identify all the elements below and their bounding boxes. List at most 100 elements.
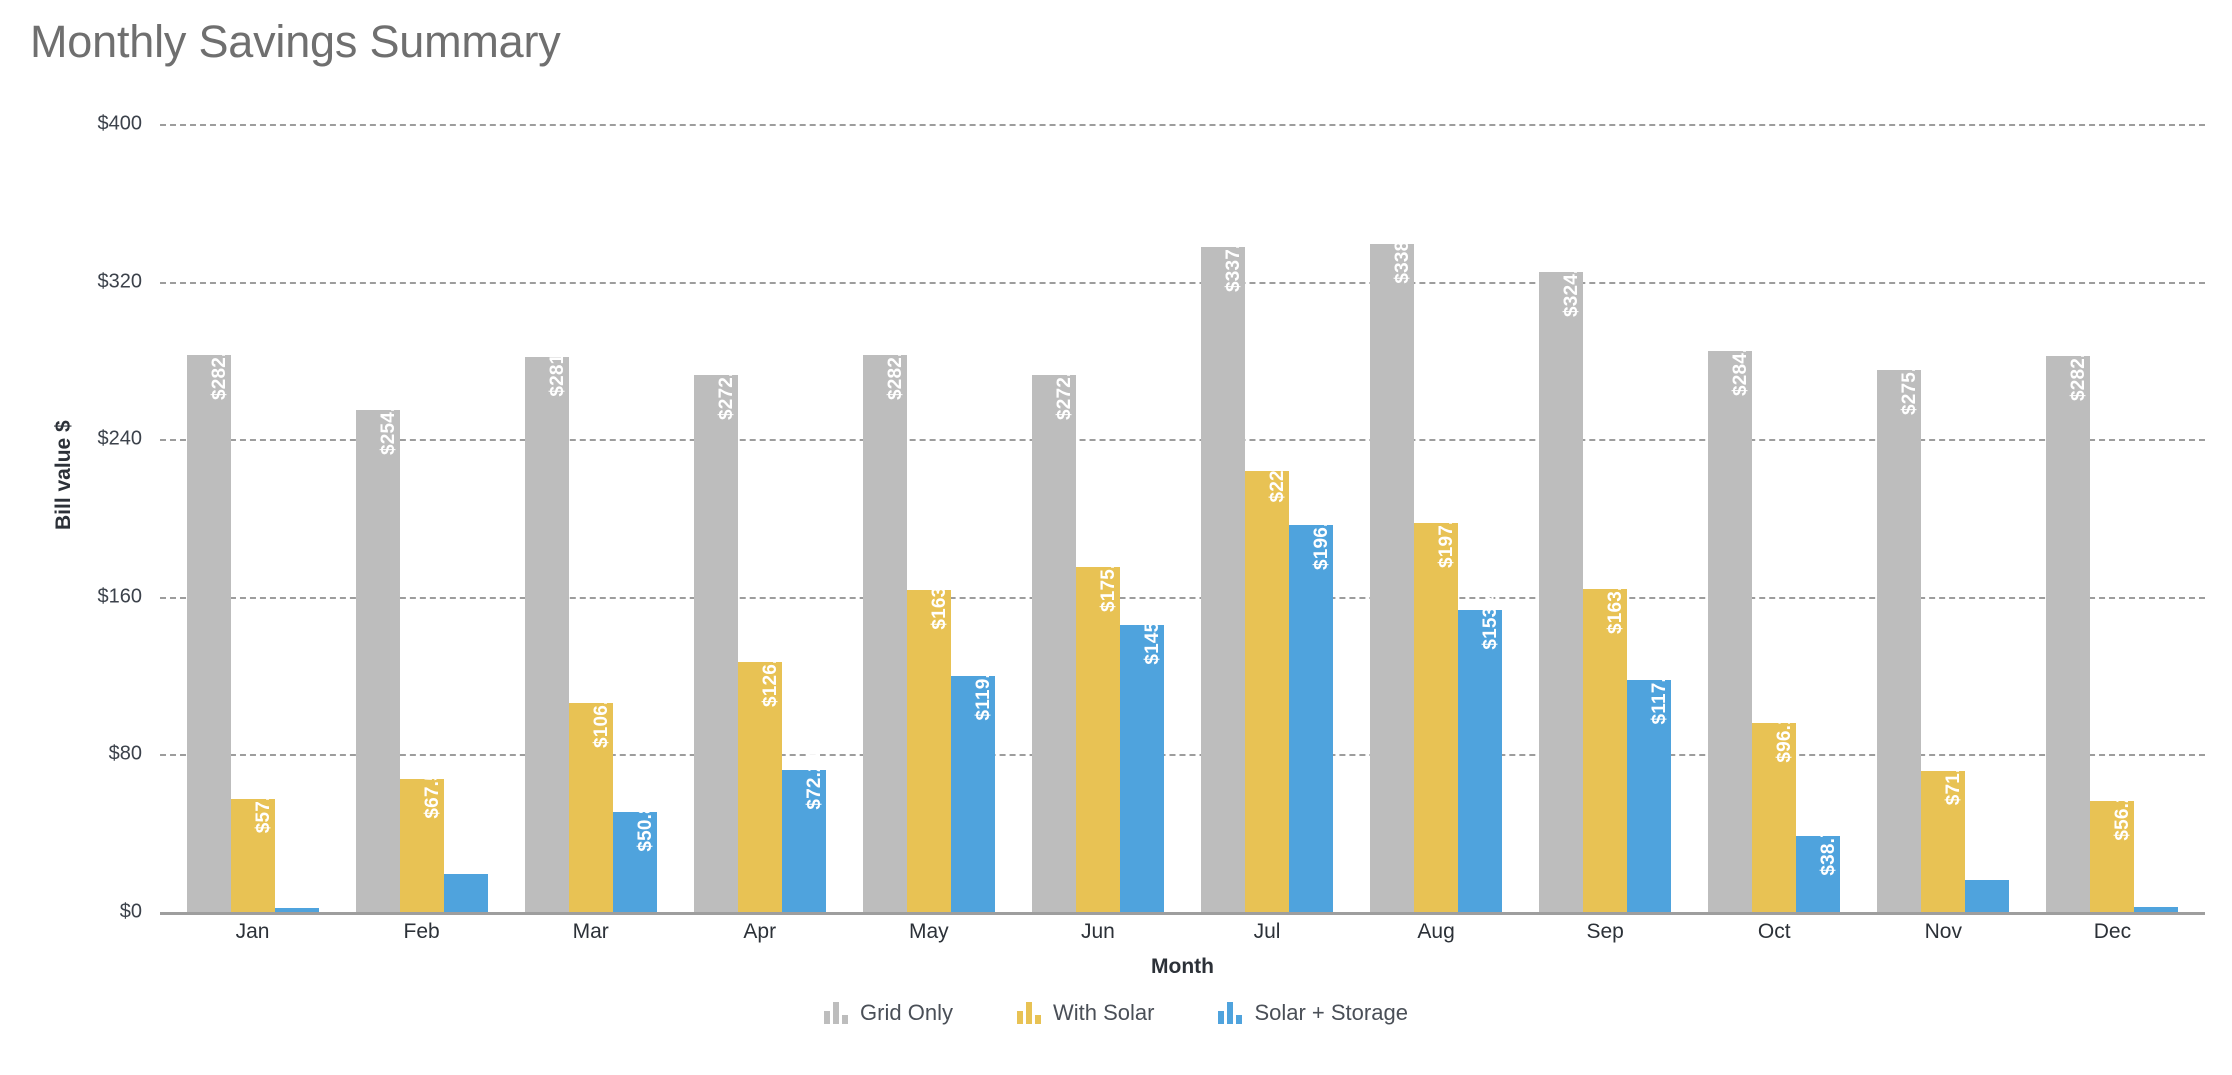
- bar-value-label: $282.42: [2068, 330, 2090, 401]
- x-axis-label: Month: [1151, 955, 1214, 978]
- bar-grid-only[interactable]: $272.37: [1031, 350, 1076, 912]
- page-title: Monthly Savings Summary: [30, 16, 561, 67]
- legend-label: Solar + Storage: [1254, 1000, 1408, 1025]
- bar-solar-storage[interactable]: [274, 908, 319, 912]
- x-axis-tick-label: Aug: [1417, 920, 1455, 943]
- bar-group: $284.93 $96.13 $38.71: [1690, 124, 1859, 912]
- bar-value-label: $272.39: [715, 350, 737, 421]
- x-axis-tick-label: Oct: [1757, 920, 1791, 943]
- bar-value-label: $272.37: [1053, 350, 1075, 421]
- bar-value-label: $324.85: [1561, 247, 1583, 318]
- bar-value-label: $275.36: [1899, 344, 1921, 415]
- bar-grid-only[interactable]: $324.85: [1539, 247, 1584, 912]
- bar-value-label: $163.7: [928, 569, 950, 630]
- bar-value-label: $254.68: [377, 385, 399, 456]
- bar-group: $282.98 $163.7 $119.81: [844, 124, 1013, 912]
- x-axis-tick-label: Jan: [235, 920, 270, 943]
- bar-with-solar[interactable]: $175.19: [1075, 542, 1120, 912]
- y-axis-tick-label: $80: [108, 742, 142, 765]
- bar-solar-storage[interactable]: [1965, 879, 2010, 912]
- bar-value-label: $153.4: [1480, 590, 1502, 650]
- bar-with-solar[interactable]: $67.51: [399, 759, 444, 912]
- bar-value-label: $57.2: [252, 785, 274, 834]
- bar-with-solar[interactable]: $163.7: [906, 570, 951, 912]
- bar-group: $282.99 $57.2: [168, 124, 337, 912]
- bar-with-solar[interactable]: $224: [1245, 459, 1289, 912]
- bar-value-label: $175.19: [1097, 541, 1119, 612]
- bar-grid-only[interactable]: $281.7: [524, 337, 569, 912]
- bar-solar-storage[interactable]: [443, 873, 488, 912]
- y-axis-tick-label: $320: [97, 270, 143, 293]
- x-axis-tick-label: Nov: [1924, 920, 1962, 943]
- x-axis-tick-label: Jun: [1081, 920, 1115, 943]
- bar-solar-storage[interactable]: $72.21: [781, 750, 826, 912]
- bar-value-label: $56.22: [2112, 781, 2134, 841]
- chart-card: Monthly Savings Summary Bill value $ $0 $…: [0, 0, 2232, 1075]
- legend-item-solar-storage[interactable]: Solar + Storage: [1218, 1000, 1408, 1026]
- x-axis-tick-label: Apr: [743, 920, 777, 943]
- y-axis-tick-label: $240: [97, 427, 143, 450]
- bar-solar-storage[interactable]: $38.71: [1796, 816, 1841, 912]
- bar-grid-only[interactable]: $282.42: [2046, 331, 2091, 912]
- bar-grid-only[interactable]: $282.99: [186, 329, 231, 912]
- bar-grid-only[interactable]: $272.39: [693, 350, 738, 912]
- bar-with-solar[interactable]: $96.13: [1752, 703, 1797, 912]
- x-axis-label-wrap: Month: [160, 955, 2205, 979]
- x-axis-ticks: Jan Feb Mar Apr May Jun Jul Aug Sep Oct Nov Dec: [160, 920, 2205, 944]
- bar-value-label: $96.13: [1774, 702, 1796, 763]
- bar-value-label: $196.63: [1311, 499, 1332, 570]
- legend-item-grid-only[interactable]: Grid Only: [824, 1000, 953, 1026]
- bar-chart-icon: [1218, 1002, 1243, 1024]
- bar-chart-icon: [1016, 1002, 1041, 1024]
- bar-solar-storage[interactable]: [2134, 907, 2179, 912]
- y-axis-tick-label: $0: [119, 900, 142, 923]
- bar-value-label: $38.71: [1818, 816, 1840, 876]
- bar-value-label: $50.85: [634, 792, 656, 852]
- bar-solar-storage[interactable]: $119.81: [950, 651, 995, 912]
- bar-group: $282.42 $56.22: [2028, 124, 2197, 912]
- legend-label: Grid Only: [860, 1000, 953, 1025]
- bar-value-label: $282.99: [208, 329, 230, 400]
- bar-value-label: $224: [1267, 459, 1288, 503]
- bar-solar-storage[interactable]: $145.5: [1119, 606, 1164, 912]
- bar-with-solar[interactable]: $71.4: [1921, 757, 1966, 912]
- chart-legend: Grid Only With Solar Solar + Storage: [0, 1000, 2232, 1026]
- legend-label: With Solar: [1052, 1000, 1155, 1025]
- x-axis-tick-label: Jul: [1253, 920, 1281, 943]
- bar-with-solar[interactable]: $163.83: [1583, 564, 1628, 912]
- bar-solar-storage[interactable]: $50.85: [612, 792, 657, 912]
- y-axis-tick-label: $160: [97, 585, 143, 608]
- bar-grid-only[interactable]: $337.72: [1201, 222, 1245, 912]
- bar-value-label: $71.4: [1943, 757, 1965, 806]
- legend-item-with-solar[interactable]: With Solar: [1016, 1000, 1155, 1026]
- bar-value-label: $67.51: [421, 759, 443, 819]
- bar-value-label: $337.72: [1223, 221, 1244, 292]
- bar-value-label: $145.5: [1141, 605, 1163, 666]
- bar-solar-storage[interactable]: $196.63: [1289, 500, 1333, 912]
- bar-solar-storage[interactable]: $153.4: [1458, 590, 1503, 912]
- bar-grid-only[interactable]: $254.68: [355, 385, 400, 912]
- bar-grid-only[interactable]: $338.9: [1370, 225, 1415, 912]
- x-axis-tick-label: Sep: [1586, 920, 1624, 943]
- bar-with-solar[interactable]: $106.02: [568, 678, 613, 912]
- x-axis-tick-label: Dec: [2093, 920, 2132, 943]
- bar-grid-only[interactable]: $275.36: [1877, 345, 1922, 912]
- bar-chart-icon: [824, 1002, 849, 1024]
- bar-group: $254.68 $67.51: [337, 124, 506, 912]
- bar-value-label: $119.81: [972, 651, 994, 721]
- bar-grid-only[interactable]: $284.93: [1708, 326, 1753, 912]
- bar-value-label: $163.83: [1605, 564, 1627, 635]
- bar-group: $275.36 $71.4: [1859, 124, 2028, 912]
- bar-with-solar[interactable]: $126.82: [737, 637, 782, 912]
- x-axis-tick-label: May: [909, 920, 949, 943]
- bar-value-label: $126.82: [759, 637, 781, 708]
- bar-solar-storage[interactable]: $117.54: [1627, 656, 1672, 912]
- bar-group: $281.7 $106.02 $50.85: [506, 124, 675, 912]
- bar-value-label: $282.98: [884, 329, 906, 400]
- bar-grid-only[interactable]: $282.98: [862, 329, 907, 912]
- bar-with-solar[interactable]: $197.45: [1414, 498, 1459, 912]
- bar-with-solar[interactable]: $57.2: [230, 785, 275, 912]
- bar-groups: $282.99 $57.2 $254.68 $67.51 $281.7 $106.02 $5…: [160, 124, 2205, 912]
- bar-group: $272.39 $126.82 $72.21: [675, 124, 844, 912]
- bar-with-solar[interactable]: $56.22: [2090, 782, 2135, 912]
